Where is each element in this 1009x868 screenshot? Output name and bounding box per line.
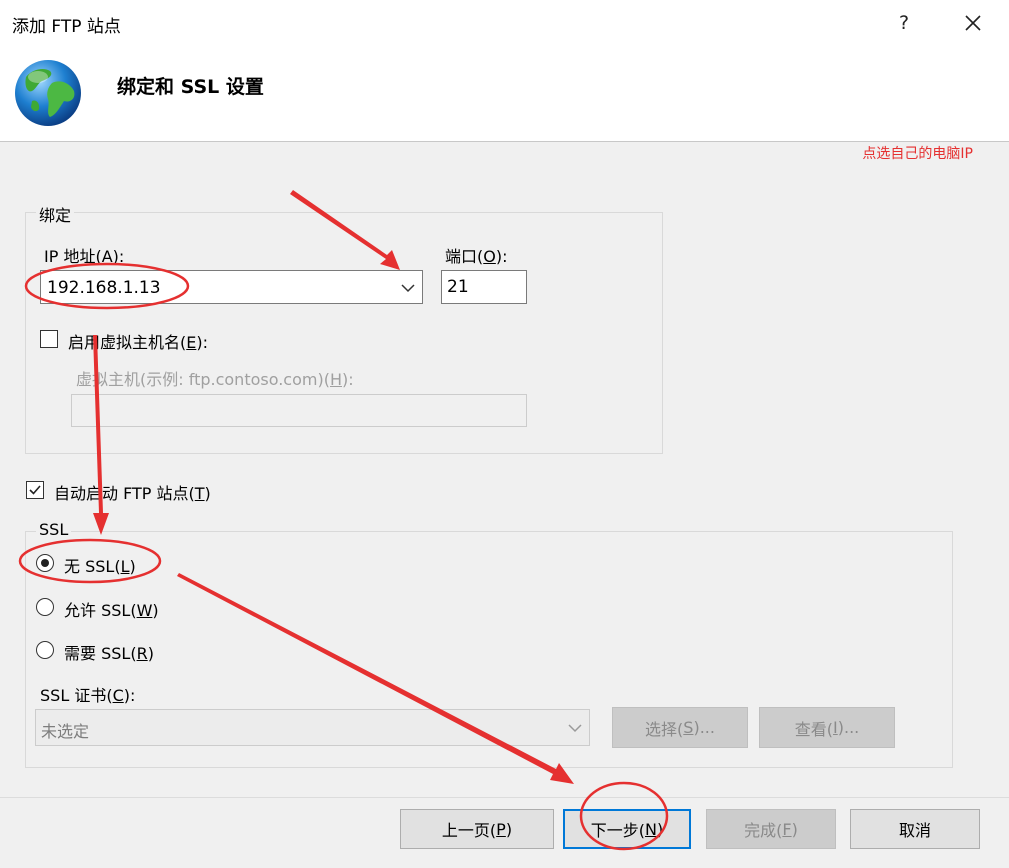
ssl-cert-combobox[interactable]: 未选定 (35, 709, 590, 746)
port-input[interactable] (441, 270, 527, 304)
finish-button[interactable]: 完成(F) (706, 809, 836, 849)
radio-no-ssl[interactable] (36, 554, 54, 572)
help-button[interactable]: ? (884, 4, 924, 42)
view-cert-button[interactable]: 查看(I)... (759, 707, 895, 748)
port-label: 端口(O): (445, 247, 508, 266)
auto-start-checkbox[interactable] (26, 481, 44, 499)
title-bar (0, 0, 1009, 46)
footer-divider (0, 797, 1009, 798)
radio-selected-dot (41, 559, 49, 567)
ip-address-value: 192.168.1.13 (47, 278, 161, 298)
binding-legend: 绑定 (36, 202, 75, 226)
ip-address-combobox[interactable]: 192.168.1.13 (40, 270, 423, 304)
cancel-button[interactable]: 取消 (850, 809, 980, 849)
window-title: 添加 FTP 站点 (12, 17, 121, 37)
close-icon (965, 15, 981, 31)
radio-require-ssl-label[interactable]: 需要 SSL(R) (64, 640, 154, 664)
select-cert-button[interactable]: 选择(S)... (612, 707, 748, 748)
virtual-host-checkbox-label[interactable]: 启用虚拟主机名(E): (68, 329, 208, 353)
ssl-cert-label: SSL 证书(C): (40, 686, 136, 705)
virtual-host-input[interactable] (71, 394, 527, 427)
checkmark-icon (29, 485, 41, 495)
ip-address-label: IP 地址(A): (44, 247, 125, 266)
ssl-cert-value: 未选定 (41, 722, 90, 741)
page-title: 绑定和 SSL 设置 (117, 76, 264, 98)
virtual-host-label: 虚拟主机(示例: ftp.contoso.com)(H): (76, 370, 354, 389)
help-icon: ? (898, 12, 910, 34)
close-button[interactable] (950, 4, 996, 42)
previous-button[interactable]: 上一页(P) (400, 809, 554, 849)
auto-start-label[interactable]: 自动启动 FTP 站点(T) (54, 480, 211, 504)
globe-icon (12, 57, 84, 129)
chevron-down-icon[interactable] (400, 280, 416, 296)
next-button[interactable]: 下一步(N) (563, 809, 691, 849)
radio-require-ssl[interactable] (36, 641, 54, 659)
chevron-down-icon[interactable] (567, 720, 583, 736)
radio-allow-ssl-label[interactable]: 允许 SSL(W) (64, 597, 159, 621)
radio-allow-ssl[interactable] (36, 598, 54, 616)
radio-no-ssl-label[interactable]: 无 SSL(L) (64, 553, 136, 577)
annotation-note: 点选自己的电脑IP (862, 146, 973, 162)
virtual-host-checkbox[interactable] (40, 330, 58, 348)
ssl-legend: SSL (36, 520, 72, 539)
